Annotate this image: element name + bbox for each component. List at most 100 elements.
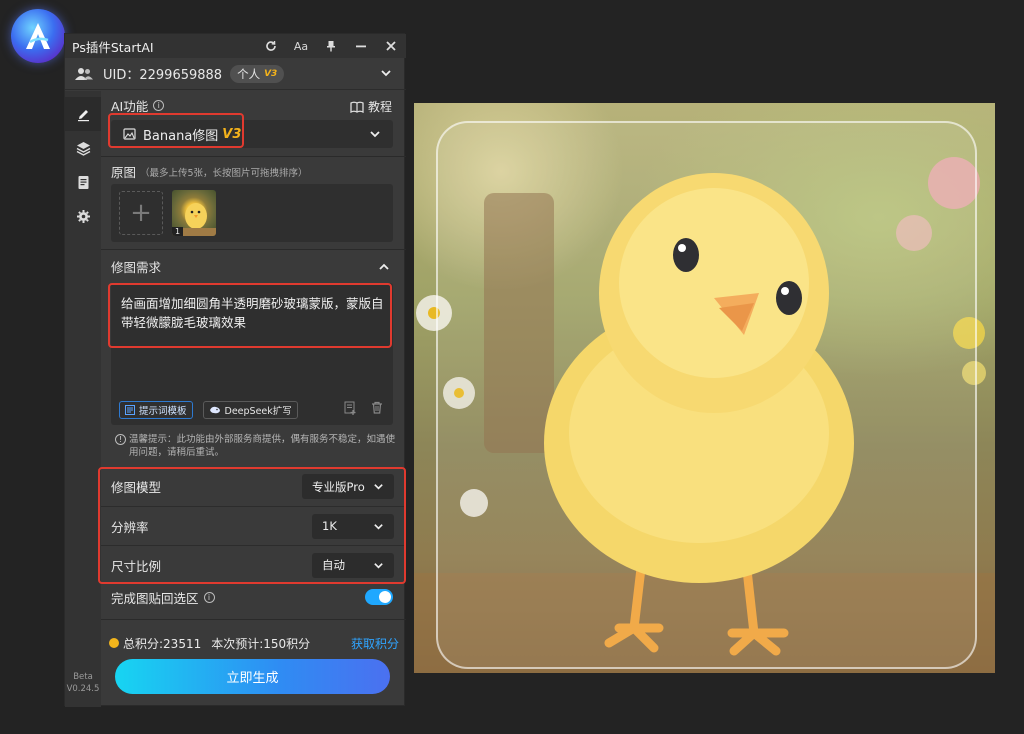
font-size-button[interactable]: Aa — [286, 34, 316, 58]
resolution-row: 分辨率 1K — [101, 506, 406, 545]
request-input-box[interactable]: 给画面增加细圆角半透明磨砂玻璃蒙版，蒙版自带轻微朦胧毛玻璃效果 提示词模板 De… — [111, 283, 393, 425]
get-points-link[interactable]: 获取积分 — [351, 635, 399, 652]
paste-back-row: 完成图贴回选区 i — [101, 583, 406, 611]
layers-icon — [76, 141, 90, 156]
pin-button[interactable] — [316, 34, 346, 58]
request-header[interactable]: 修图需求 — [101, 255, 406, 277]
toggle-knob — [379, 591, 391, 603]
points-row: 总积分:23511 本次预计:150积分 获取积分 — [109, 634, 399, 652]
plan-version: V3 — [264, 68, 278, 79]
document-icon — [78, 175, 88, 189]
tutorial-link[interactable]: 教程 — [350, 98, 392, 115]
chevron-down-icon — [374, 484, 383, 490]
version-label: Beta V0.24.5 — [65, 671, 101, 695]
ratio-select[interactable]: 自动 — [312, 552, 394, 578]
ratio-value: 自动 — [322, 558, 345, 572]
estimated-cost: 本次预计:150积分 — [211, 636, 311, 651]
version-number: V0.24.5 — [66, 684, 100, 694]
original-image-area: + 1 — [111, 184, 393, 242]
plan-badge: 个人 V3 — [230, 64, 285, 83]
chevron-down-icon — [374, 562, 383, 569]
ai-function-value: Banana修图 — [143, 128, 219, 144]
model-label: 修图模型 — [111, 480, 162, 495]
info-icon[interactable]: i — [153, 100, 165, 111]
paste-back-label-wrap: 完成图贴回选区 i — [111, 588, 365, 607]
ai-function-select[interactable]: Banana修图 V3 — [111, 120, 393, 148]
minimize-button[interactable] — [346, 34, 376, 58]
users-icon — [75, 67, 93, 80]
book-icon — [350, 101, 364, 113]
tutorial-label: 教程 — [367, 100, 392, 114]
minimize-icon — [356, 45, 366, 48]
add-image-button[interactable]: + — [119, 191, 163, 235]
version-beta: Beta — [73, 672, 93, 682]
template-icon — [125, 405, 135, 415]
chevron-up-icon[interactable] — [378, 261, 390, 273]
request-tools: 提示词模板 DeepSeek扩写 — [119, 401, 298, 419]
request-actions — [344, 401, 383, 415]
deepseek-expand-button[interactable]: DeepSeek扩写 — [202, 401, 298, 419]
image-index: 1 — [172, 227, 184, 236]
save-prompt-icon[interactable] — [344, 401, 357, 415]
ratio-label: 尺寸比例 — [111, 558, 162, 574]
paste-back-toggle[interactable] — [365, 589, 393, 605]
divider — [101, 619, 406, 620]
sidebar: Beta V0.24.5 — [65, 91, 101, 707]
sidebar-item-history[interactable] — [65, 165, 101, 199]
close-button[interactable] — [376, 34, 406, 58]
prompt-template-label: 提示词模板 — [139, 406, 187, 417]
info-icon[interactable]: i — [203, 591, 215, 603]
total-points: 总积分:23511 — [123, 636, 202, 651]
image-edit-icon — [123, 128, 136, 140]
trash-icon[interactable] — [371, 401, 383, 414]
model-row: 修图模型 专业版Pro — [101, 467, 406, 506]
refresh-button[interactable] — [256, 34, 286, 58]
original-hint: （最多上传5张，长按图片可拖拽排序） — [140, 167, 308, 179]
account-row[interactable]: UID：2299659888 个人 V3 — [65, 58, 406, 90]
generate-button[interactable]: 立即生成 — [115, 659, 390, 694]
startai-logo[interactable] — [11, 9, 65, 63]
ai-function-version: V3 — [222, 126, 242, 142]
warning-info-icon: ! — [115, 434, 126, 445]
warning-text: 温馨提示：此功能由外部服务商提供，偶有服务不稳定，如遇使用问题，请稍后重试。 — [129, 434, 396, 458]
deepseek-label: DeepSeek扩写 — [224, 406, 292, 417]
window-title: Ps插件StartAI — [72, 39, 154, 55]
model-select[interactable]: 专业版Pro — [302, 474, 394, 499]
plan-label: 个人 — [237, 66, 261, 81]
refresh-icon — [266, 40, 276, 51]
resolution-select[interactable]: 1K — [312, 513, 394, 539]
frosted-glass-overlay — [436, 121, 977, 669]
warning-notice: ! 温馨提示：此功能由外部服务商提供，偶有服务不稳定，如遇使用问题，请稍后重试。 — [115, 433, 395, 459]
paste-back-label: 完成图贴回选区 — [111, 590, 199, 606]
preview-image — [414, 103, 995, 673]
original-heading: 原图 （最多上传5张，长按图片可拖拽排序） — [111, 162, 308, 181]
resolution-label: 分辨率 — [111, 519, 149, 535]
plugin-panel: Ps插件StartAI Aa UID：2299659888 个人 V3 Beta… — [64, 33, 406, 707]
original-label: 原图 — [111, 165, 137, 180]
chevron-down-icon — [374, 523, 383, 530]
original-image-thumb[interactable]: 1 — [172, 190, 216, 236]
sidebar-item-settings[interactable] — [65, 199, 101, 233]
uid-text: UID：2299659888 — [103, 68, 223, 83]
request-textarea[interactable]: 给画面增加细圆角半透明磨砂玻璃蒙版，蒙版自带轻微朦胧毛玻璃效果 — [121, 294, 389, 332]
chevron-down-icon — [370, 131, 380, 138]
pin-icon — [327, 41, 335, 52]
chevron-down-icon[interactable] — [380, 67, 392, 79]
ai-function-heading: AI功能 i — [111, 96, 165, 115]
resolution-value: 1K — [322, 519, 337, 533]
divider — [101, 156, 406, 157]
deepseek-whale-icon — [209, 406, 220, 414]
prompt-template-button[interactable]: 提示词模板 — [119, 401, 193, 419]
logo-letter-a-icon — [26, 23, 50, 49]
close-icon — [386, 41, 396, 51]
coin-icon — [109, 638, 119, 648]
model-value: 专业版Pro — [312, 479, 365, 494]
request-heading: 修图需求 — [111, 260, 162, 275]
divider — [101, 249, 406, 250]
ratio-row: 尺寸比例 自动 — [101, 545, 406, 584]
pencil-icon — [77, 109, 89, 121]
title-bar: Ps插件StartAI Aa — [65, 34, 406, 58]
sidebar-item-layers[interactable] — [65, 131, 101, 165]
ai-function-label: AI功能 — [111, 99, 149, 114]
sidebar-item-edit[interactable] — [65, 97, 101, 131]
